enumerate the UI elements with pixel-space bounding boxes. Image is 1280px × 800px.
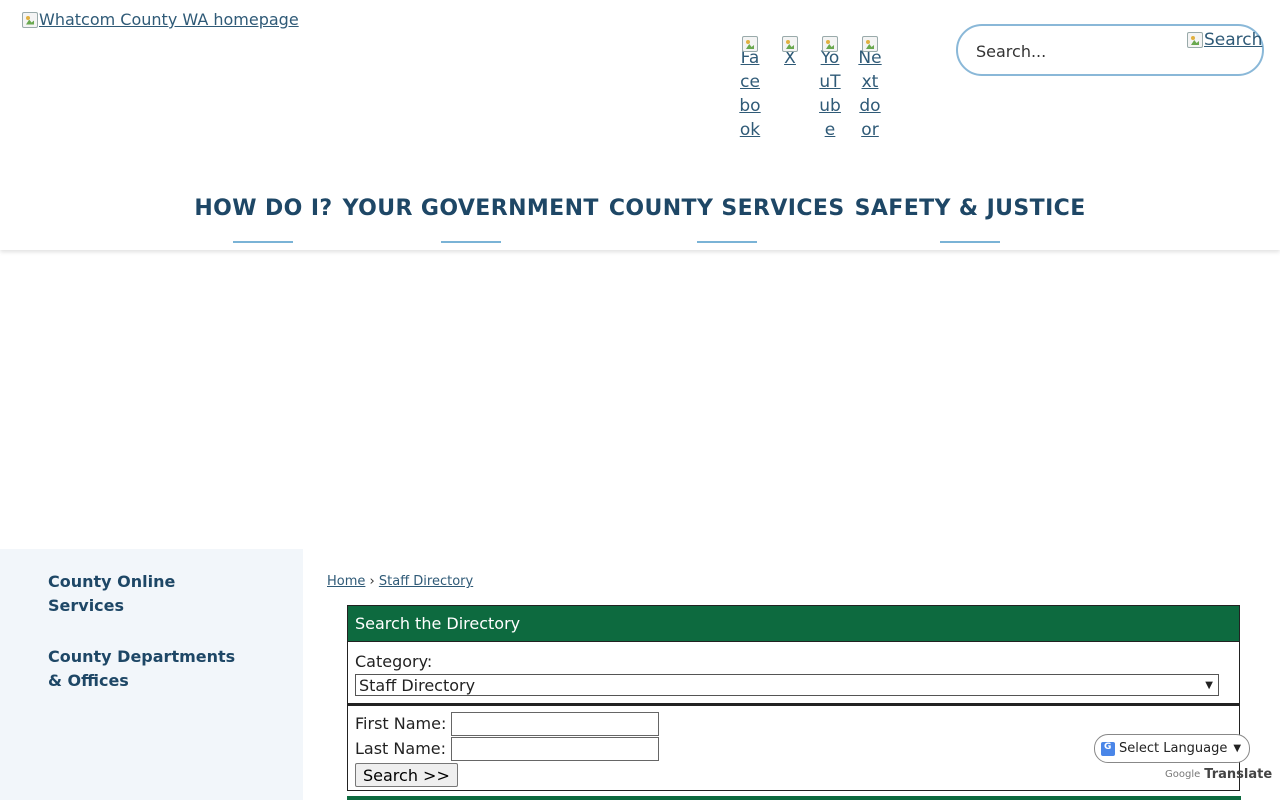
sidebar: County Online Services County Department… (0, 549, 303, 800)
nextdoor-link[interactable]: Nextdoor (853, 36, 887, 142)
nextdoor-label: Nextdoor (858, 48, 882, 140)
sidebar-item-label-line: County Online (48, 572, 176, 591)
nav-safety-justice[interactable]: SAFETY & JUSTICE (854, 196, 1086, 243)
breadcrumb-staff-directory[interactable]: Staff Directory (379, 574, 473, 589)
nav-underline (440, 241, 501, 243)
nav-your-government[interactable]: YOUR GOVERNMENT (342, 196, 599, 243)
category-select[interactable]: Staff Directory ▼ (355, 674, 1219, 696)
nav-county-services-label: COUNTY SERVICES (608, 196, 845, 221)
translate-label: Translate (1204, 767, 1273, 782)
nav-underline (696, 241, 757, 243)
sidebar-item-label-line: Services (48, 596, 125, 615)
google-label: Google (1165, 769, 1201, 780)
facebook-label: Facebook (739, 48, 761, 140)
category-label: Category: (355, 652, 433, 671)
first-name-input[interactable] (451, 711, 659, 736)
nextdoor-icon (862, 36, 878, 52)
youtube-label: YouTube (819, 48, 841, 140)
sidebar-item-county-departments[interactable]: County Departments & Offices (48, 645, 235, 693)
x-icon (782, 36, 798, 52)
search-button[interactable]: Search (1187, 30, 1262, 50)
nav-county-services[interactable]: COUNTY SERVICES (608, 196, 845, 243)
directory-search: Search the Directory Category: Staff Dir… (347, 605, 1240, 791)
nav-underline (940, 241, 1001, 243)
nav-underline (233, 241, 294, 243)
language-select[interactable]: Select Language ▼ (1094, 734, 1250, 763)
category-selected-value: Staff Directory (359, 675, 476, 695)
directory-heading: Search the Directory (347, 605, 1240, 642)
powered-by-google: Google Translate (1165, 767, 1272, 782)
broken-image-icon (22, 11, 38, 28)
chevron-down-icon: ▼ (1233, 743, 1242, 754)
first-name-label: First Name: (355, 714, 447, 733)
first-name-row: First Name: (355, 711, 1232, 736)
main-nav: HOW DO I? YOUR GOVERNMENT COUNTY SERVICE… (0, 196, 1280, 243)
sidebar-item-label-line: County Departments (48, 647, 236, 666)
category-section: Category: Staff Directory ▼ (347, 642, 1240, 704)
breadcrumb-separator: › (369, 574, 375, 589)
nav-your-government-label: YOUR GOVERNMENT (342, 196, 599, 221)
last-name-label: Last Name: (355, 739, 447, 758)
language-select-label: Select Language (1119, 741, 1228, 756)
facebook-link[interactable]: Facebook (733, 36, 767, 142)
facebook-icon (742, 36, 758, 52)
chevron-down-icon: ▼ (1205, 679, 1213, 691)
youtube-link[interactable]: YouTube (813, 36, 847, 142)
site-header: Whatcom County WA homepage Facebook X Yo… (0, 0, 1280, 250)
last-name-input[interactable] (451, 736, 659, 761)
nav-safety-justice-label: SAFETY & JUSTICE (854, 196, 1086, 221)
search-input[interactable] (976, 40, 1176, 62)
search-icon (1187, 32, 1203, 48)
search-button-label: Search (1204, 30, 1263, 50)
sidebar-item-label-line: & Offices (48, 671, 129, 690)
nav-how-do-i-label: HOW DO I? (194, 196, 333, 221)
youtube-icon (822, 36, 838, 52)
x-link[interactable]: X (773, 36, 807, 70)
breadcrumb: Home › Staff Directory (327, 574, 473, 589)
nav-how-do-i[interactable]: HOW DO I? (194, 196, 333, 243)
breadcrumb-home[interactable]: Home (327, 574, 365, 589)
logo-alt-text: Whatcom County WA homepage (39, 10, 299, 29)
results-header-bar (347, 796, 1241, 800)
logo-link[interactable]: Whatcom County WA homepage (22, 10, 299, 29)
directory-search-button[interactable]: Search >> (355, 763, 458, 787)
sidebar-item-county-online-services[interactable]: County Online Services (48, 570, 175, 618)
google-translate-icon (1101, 741, 1115, 756)
